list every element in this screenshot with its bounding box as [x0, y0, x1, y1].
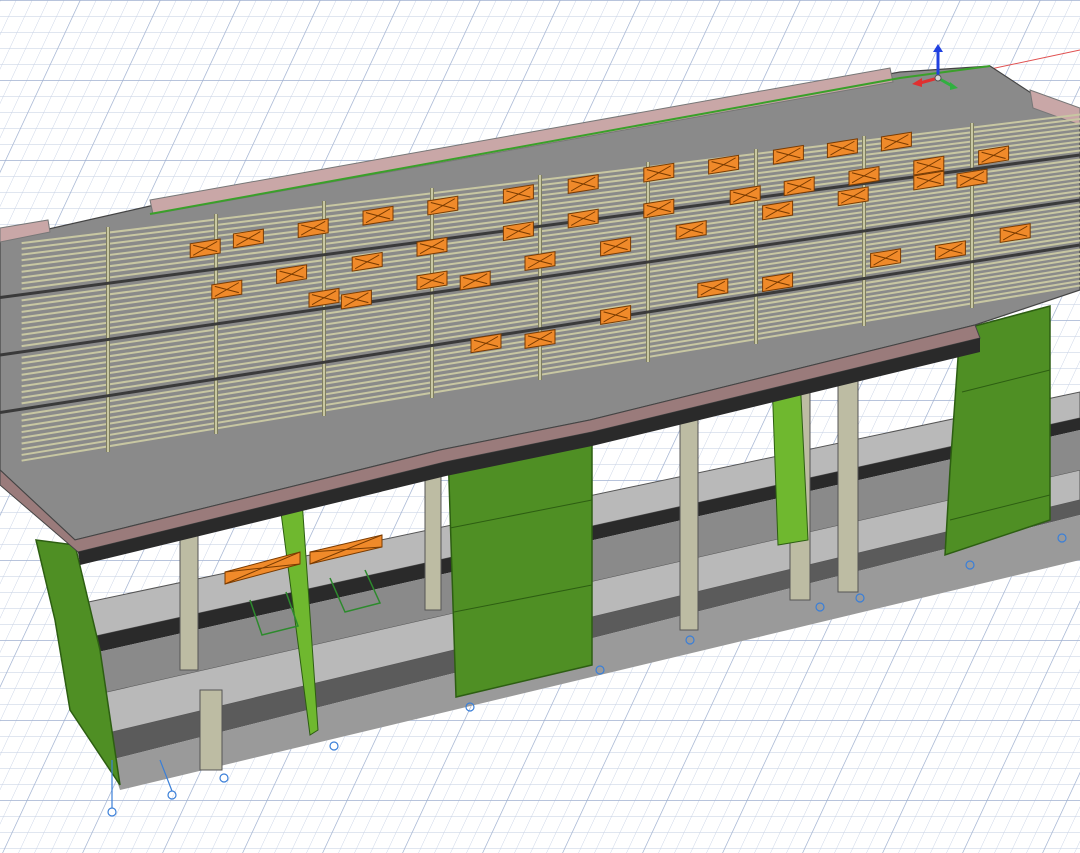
column[interactable] — [837, 351, 859, 593]
3d-viewport[interactable] — [0, 0, 1080, 853]
building-model-scene[interactable] — [0, 0, 1080, 853]
column[interactable] — [199, 689, 223, 771]
column[interactable] — [179, 519, 199, 671]
